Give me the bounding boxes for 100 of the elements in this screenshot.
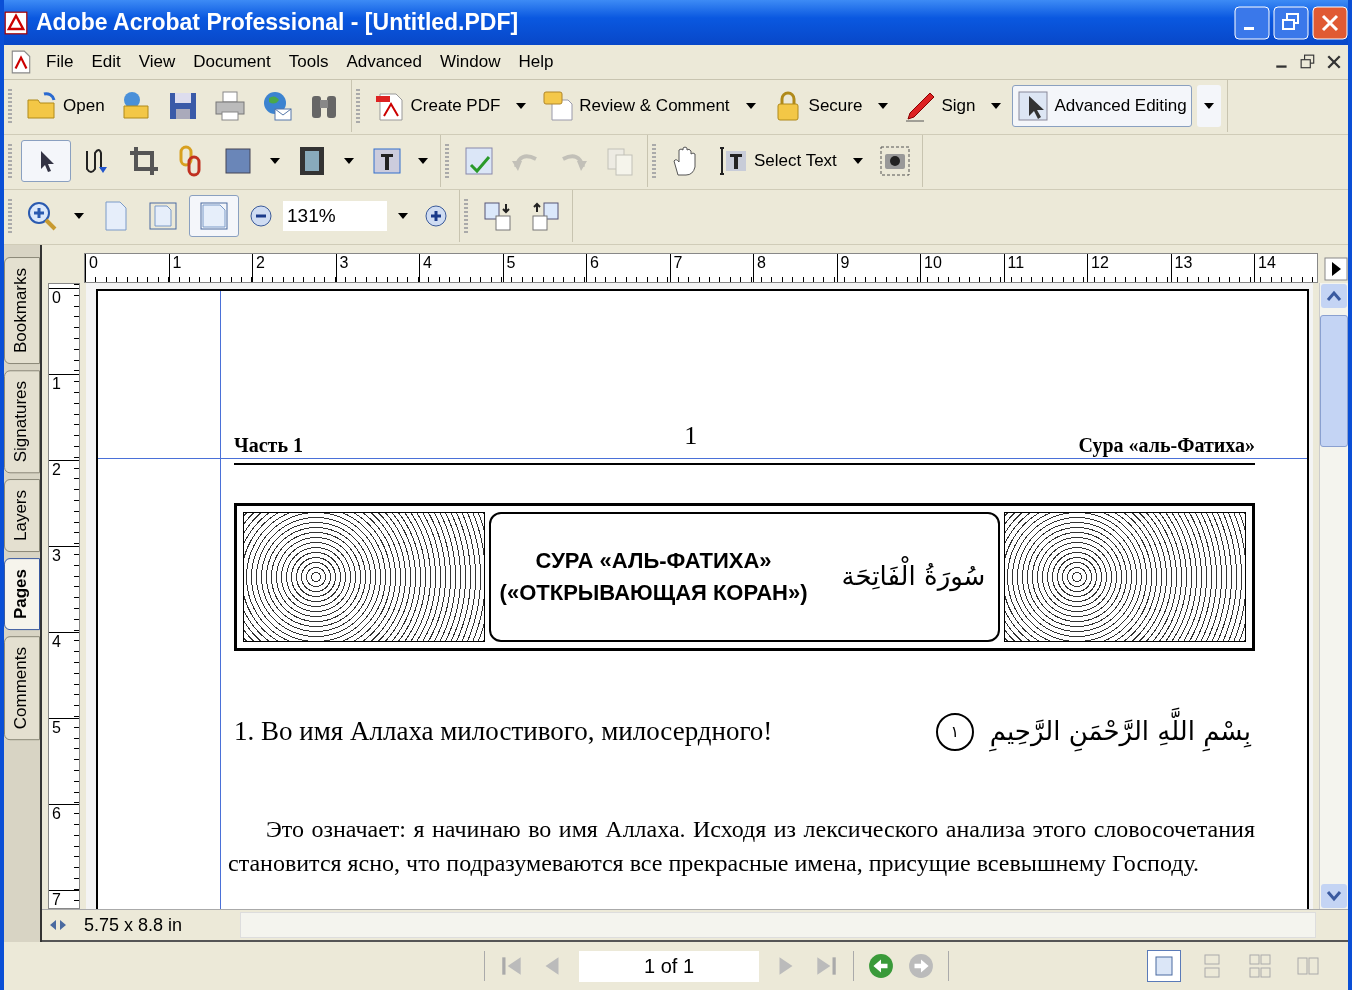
- print-icon[interactable]: [213, 90, 246, 122]
- ruler-label: 0: [85, 254, 169, 282]
- menu-item[interactable]: Window: [440, 52, 501, 72]
- ruler-label: 2: [49, 460, 79, 546]
- select-text-button[interactable]: Select Text: [712, 140, 842, 182]
- arabic-calligraphy: سُورَةُ الْفَاتِحَة: [837, 552, 990, 602]
- ruler-label: 4: [419, 254, 503, 282]
- menu-item[interactable]: Edit: [91, 52, 121, 72]
- verse-text: 1. Во имя Аллаха милостивого, милосердного!: [234, 716, 773, 748]
- page-icon: [198, 200, 230, 232]
- open-button[interactable]: Open: [21, 85, 110, 127]
- caret-icon[interactable]: [398, 213, 408, 219]
- menu-item[interactable]: Tools: [288, 52, 329, 72]
- menu-item[interactable]: Advanced: [346, 52, 423, 72]
- restore-button[interactable]: [1273, 5, 1309, 40]
- caret-icon[interactable]: [418, 158, 428, 164]
- ruler-label: 6: [586, 254, 670, 282]
- page-size-label: 5.75 x 8.8 in: [84, 914, 184, 936]
- ruler-label: 5: [502, 254, 586, 282]
- running-header: Сура «аль-Фатиха»: [1078, 434, 1255, 457]
- nav-tab[interactable]: Layers: [4, 479, 40, 553]
- verse-number: ١: [935, 712, 974, 751]
- nav-tab[interactable]: Pages: [4, 558, 40, 631]
- page-number-field[interactable]: 1 of 1: [579, 950, 759, 982]
- caret-icon[interactable]: [852, 158, 863, 164]
- menu-item[interactable]: Document: [193, 52, 271, 72]
- ruler-label: 6: [49, 804, 79, 890]
- nav-tab[interactable]: Bookmarks: [4, 257, 40, 365]
- ruler-label: 9: [836, 254, 920, 282]
- page-grid-icon: [1248, 954, 1272, 978]
- ruler-label: 4: [49, 632, 79, 718]
- text-cursor-icon: [717, 145, 749, 177]
- rotate-page-icon[interactable]: [529, 200, 561, 232]
- menu-item[interactable]: Help: [518, 52, 554, 72]
- splitter-icon[interactable]: [48, 918, 68, 932]
- ruler-label: 3: [335, 254, 419, 282]
- two-pages-icon: [1296, 954, 1320, 978]
- scroll-down-icon[interactable]: [1320, 883, 1348, 909]
- ruler-label: 1: [168, 254, 252, 282]
- caret-icon[interactable]: [745, 103, 756, 109]
- ruler-label: 12: [1087, 254, 1171, 282]
- scroll-up-icon[interactable]: [1320, 283, 1348, 309]
- fit-page-button[interactable]: [189, 195, 239, 237]
- window-title: Adobe Acrobat Professional - [Untitled.PDF]: [36, 9, 520, 36]
- caret-icon[interactable]: [991, 103, 1002, 109]
- zoom-field[interactable]: 131%: [283, 201, 387, 231]
- page-number: 1: [684, 421, 698, 451]
- crop-icon[interactable]: [128, 145, 160, 177]
- caret-icon[interactable]: [74, 213, 84, 219]
- single-page-view-button[interactable]: [1147, 950, 1181, 982]
- caret-icon[interactable]: [878, 103, 889, 109]
- close-button[interactable]: [1312, 5, 1348, 40]
- rotate-page-icon[interactable]: [482, 200, 514, 232]
- speech-bubble-icon: [542, 90, 575, 122]
- minimize-button[interactable]: [1234, 5, 1270, 40]
- paragraph: Это означает: я начинаю во имя Аллаха. Исходя из лексического анализа этого словосочетания становится ясно, что подразумеваются все прекрасные имена, присущие всевышнему Господу.: [228, 815, 1255, 879]
- review-comment-button[interactable]: Review & Comment: [537, 85, 735, 127]
- menu-item[interactable]: View: [138, 52, 176, 72]
- ruler-label: 2: [252, 254, 336, 282]
- zoom-in-icon[interactable]: [26, 200, 58, 232]
- cursor-icon: [1017, 90, 1050, 122]
- caret-icon: [1203, 103, 1214, 109]
- nav-tab[interactable]: Signatures: [4, 370, 40, 474]
- menu-item[interactable]: File: [46, 52, 74, 72]
- document-icon: [10, 50, 32, 74]
- zoom-out-icon[interactable]: [249, 204, 273, 228]
- caret-icon[interactable]: [516, 103, 527, 109]
- vertical-scrollbar[interactable]: [1319, 283, 1348, 909]
- folder-icon: [26, 90, 58, 122]
- nav-tab[interactable]: Comments: [4, 636, 40, 741]
- arabic-calligraphy: بِسْمِ اللَّهِ الرَّحْمَنِ الرَّحِيمِ: [985, 707, 1255, 757]
- ruler-label: 11: [1003, 254, 1087, 282]
- zoom-in-icon[interactable]: [424, 204, 448, 228]
- ruler-label: 7: [669, 254, 753, 282]
- secure-button[interactable]: Secure: [766, 85, 868, 127]
- close-icon[interactable]: [1326, 54, 1342, 70]
- ruler-label: 5: [49, 718, 79, 804]
- ruler-label: 0: [49, 288, 79, 374]
- caret-icon[interactable]: [344, 158, 354, 164]
- text-field-icon[interactable]: [370, 145, 402, 177]
- pen-icon: [904, 90, 937, 122]
- sign-button[interactable]: Sign: [899, 85, 981, 127]
- camera-icon[interactable]: [878, 145, 911, 177]
- scroll-thumb[interactable]: [1320, 315, 1348, 447]
- surah-title: («ОТКРЫВАЮЩАЯ КОРАН»): [499, 579, 808, 607]
- ruler-label: 10: [920, 254, 1004, 282]
- spell-check-icon[interactable]: [463, 145, 495, 177]
- surah-title: СУРА «АЛЬ-ФАТИХА»: [535, 547, 772, 575]
- caret-icon[interactable]: [270, 158, 280, 164]
- ruler-label: 13: [1170, 254, 1254, 282]
- pdf-document-icon: [373, 90, 406, 122]
- rectangle-icon[interactable]: [222, 145, 254, 177]
- dropdown-button[interactable]: [1196, 85, 1221, 127]
- single-page-icon: [1152, 954, 1176, 978]
- create-pdf-button[interactable]: Create PDF: [368, 85, 506, 127]
- restore-icon[interactable]: [1300, 54, 1316, 70]
- document-icon: [4, 10, 28, 35]
- back-icon[interactable]: [868, 953, 894, 979]
- select-arrow-button[interactable]: [21, 140, 71, 182]
- advanced-editing-button[interactable]: Advanced Editing: [1012, 85, 1192, 127]
